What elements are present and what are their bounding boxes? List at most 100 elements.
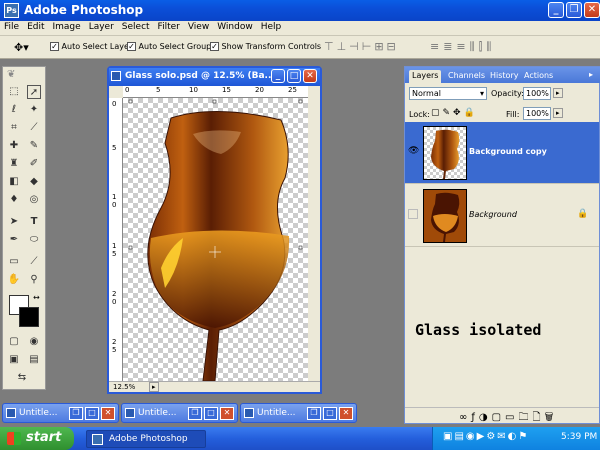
restore-icon[interactable]: ❐ bbox=[188, 407, 202, 420]
menu-file[interactable]: File bbox=[0, 21, 23, 32]
document-icon bbox=[125, 408, 135, 418]
menu-image[interactable]: Image bbox=[49, 21, 85, 32]
close-icon[interactable]: ✕ bbox=[339, 407, 353, 420]
shape-tool-icon[interactable]: ⬭ bbox=[27, 233, 41, 247]
layers-panel: Layers Channels History Actions ▸ Normal… bbox=[404, 66, 600, 424]
blend-mode-select[interactable]: Normal ▾ bbox=[409, 87, 487, 100]
menu-bar: File Edit Image Layer Select Filter View Window… bbox=[0, 21, 600, 36]
taskbar-item-photoshop[interactable]: Adobe Photoshop bbox=[86, 430, 206, 448]
zoom-level[interactable]: 12.5% bbox=[113, 383, 135, 391]
chevron-down-icon: ▾ bbox=[479, 89, 484, 98]
minimize-button[interactable]: _ bbox=[548, 2, 564, 18]
doc-maximize-button[interactable]: □ bbox=[287, 69, 301, 83]
auto-select-layer-option[interactable]: ✓ Auto Select Layer bbox=[50, 42, 132, 51]
layer-buttons[interactable]: ∞ƒ◑▢▭🗀🗋🗑 bbox=[459, 410, 558, 427]
align-icons[interactable]: ⊤⊥⊣⊢⊞⊟ bbox=[324, 40, 399, 53]
close-icon[interactable]: ✕ bbox=[101, 407, 115, 420]
menu-window[interactable]: Window bbox=[213, 21, 257, 32]
screen-mode-icon[interactable]: ▣ bbox=[7, 353, 21, 367]
path-selection-icon[interactable]: ➤ bbox=[7, 215, 21, 229]
tab-history[interactable]: History bbox=[487, 70, 521, 83]
zoom-tool-icon[interactable]: ⚲ bbox=[27, 273, 41, 287]
document-canvas[interactable] bbox=[123, 98, 308, 382]
glass-isolated-annotation: Glass isolated bbox=[415, 321, 542, 339]
move-tool-icon[interactable]: ➚ bbox=[27, 85, 41, 99]
healing-brush-icon[interactable]: ✚ bbox=[7, 139, 21, 153]
opacity-input[interactable]: 100% bbox=[523, 87, 551, 100]
minimized-title: Untitle... bbox=[138, 408, 177, 418]
doc-close-button[interactable]: ✕ bbox=[303, 69, 317, 83]
panel-menu-icon[interactable]: ▸ bbox=[589, 70, 593, 79]
quick-mask-icon[interactable]: ◉ bbox=[27, 335, 41, 349]
menu-help[interactable]: Help bbox=[257, 21, 286, 32]
type-tool-icon[interactable]: T bbox=[27, 215, 41, 229]
dodge-tool-icon[interactable]: ◎ bbox=[27, 193, 41, 207]
distribute-icons[interactable]: ≡≣≡⫼⫿⫼ bbox=[430, 40, 495, 54]
menu-layer[interactable]: Layer bbox=[85, 21, 118, 32]
move-tool-icon[interactable]: ✥▾ bbox=[14, 41, 29, 54]
pen-tool-icon[interactable]: ✒ bbox=[7, 233, 21, 247]
layer-row-background[interactable]: Background 🔒 bbox=[405, 185, 599, 247]
minimized-window[interactable]: Untitle... ❐ □ ✕ bbox=[2, 403, 119, 423]
restore-button[interactable]: ❐ bbox=[566, 2, 582, 18]
close-button[interactable]: ✕ bbox=[584, 2, 600, 18]
magic-wand-icon[interactable]: ✦ bbox=[27, 103, 41, 117]
checkbox-icon: ✓ bbox=[50, 42, 59, 51]
lock-icons[interactable]: ▢✎✥🔒 bbox=[431, 108, 478, 118]
tray-icons[interactable]: ▣▤◉▶⚙✉◐⚑ bbox=[443, 431, 529, 442]
status-menu-icon[interactable]: ▸ bbox=[149, 382, 159, 392]
brush-tool-icon[interactable]: ✎ bbox=[27, 139, 41, 153]
ruler-label: 20 bbox=[255, 86, 264, 94]
paint-bucket-icon[interactable]: ◆ bbox=[27, 175, 41, 189]
ruler-label: 0 bbox=[112, 100, 117, 108]
eraser-icon[interactable]: ◧ bbox=[7, 175, 21, 189]
photoshop-icon: Ps bbox=[4, 3, 19, 18]
ruler-label: 15 bbox=[222, 86, 231, 94]
options-bar: ✥▾ ✓ Auto Select Layer ✓ Auto Select Gro… bbox=[0, 36, 600, 59]
crop-tool-icon[interactable]: ⌗ bbox=[7, 121, 21, 135]
notes-tool-icon[interactable]: ▭ bbox=[7, 255, 21, 269]
swap-colors-icon[interactable]: ↔ bbox=[33, 293, 40, 302]
menu-select[interactable]: Select bbox=[118, 21, 154, 32]
tab-actions[interactable]: Actions bbox=[521, 70, 556, 83]
eye-visibility-icon[interactable]: 👁 bbox=[408, 146, 419, 156]
minimized-window[interactable]: Untitle... ❐ □ ✕ bbox=[240, 403, 357, 423]
menu-edit[interactable]: Edit bbox=[23, 21, 48, 32]
hand-tool-icon[interactable]: ✋ bbox=[7, 273, 21, 287]
layer-thumbnail bbox=[423, 189, 467, 243]
history-brush-icon[interactable]: ✐ bbox=[27, 157, 41, 171]
tab-layers[interactable]: Layers bbox=[409, 70, 442, 83]
menu-filter[interactable]: Filter bbox=[154, 21, 184, 32]
app-title-bar: Ps Adobe Photoshop _ ❐ ✕ bbox=[0, 0, 600, 21]
photoshop-icon bbox=[92, 434, 103, 445]
visibility-toggle[interactable] bbox=[408, 209, 418, 219]
show-transform-controls-option[interactable]: ✓ Show Transform Controls bbox=[210, 42, 321, 51]
jump-to-imageready-icon[interactable]: ⇆ bbox=[15, 371, 29, 385]
restore-icon[interactable]: ❐ bbox=[307, 407, 321, 420]
standard-mode-icon[interactable]: ▢ bbox=[7, 335, 21, 349]
eyedropper-icon[interactable]: ⟋ bbox=[27, 255, 41, 269]
marquee-tool-icon[interactable]: ⬚ bbox=[7, 85, 21, 99]
doc-minimize-button[interactable]: _ bbox=[271, 69, 285, 83]
auto-select-groups-option[interactable]: ✓ Auto Select Groups bbox=[127, 42, 215, 51]
lasso-tool-icon[interactable]: ℓ bbox=[7, 103, 21, 117]
minimized-window[interactable]: Untitle... ❐ □ ✕ bbox=[121, 403, 238, 423]
menu-view[interactable]: View bbox=[184, 21, 213, 32]
restore-icon[interactable]: ❐ bbox=[69, 407, 83, 420]
layer-row-background-copy[interactable]: 👁 Background copy bbox=[405, 122, 599, 184]
opacity-arrow-icon[interactable]: ▸ bbox=[553, 88, 563, 98]
maximize-icon[interactable]: □ bbox=[204, 407, 218, 420]
fill-arrow-icon[interactable]: ▸ bbox=[553, 108, 563, 118]
blur-tool-icon[interactable]: ♦ bbox=[7, 193, 21, 207]
clone-stamp-icon[interactable]: ♜ bbox=[7, 157, 21, 171]
fill-input[interactable]: 100% bbox=[523, 107, 551, 120]
full-screen-icon[interactable]: ▤ bbox=[27, 353, 41, 367]
maximize-icon[interactable]: □ bbox=[85, 407, 99, 420]
background-color-swatch[interactable] bbox=[19, 307, 39, 327]
tab-channels[interactable]: Channels bbox=[445, 70, 488, 83]
opacity-label: Opacity: bbox=[491, 89, 524, 98]
slice-tool-icon[interactable]: ⟋ bbox=[27, 121, 41, 135]
close-icon[interactable]: ✕ bbox=[220, 407, 234, 420]
start-button[interactable]: start bbox=[0, 427, 74, 450]
maximize-icon[interactable]: □ bbox=[323, 407, 337, 420]
